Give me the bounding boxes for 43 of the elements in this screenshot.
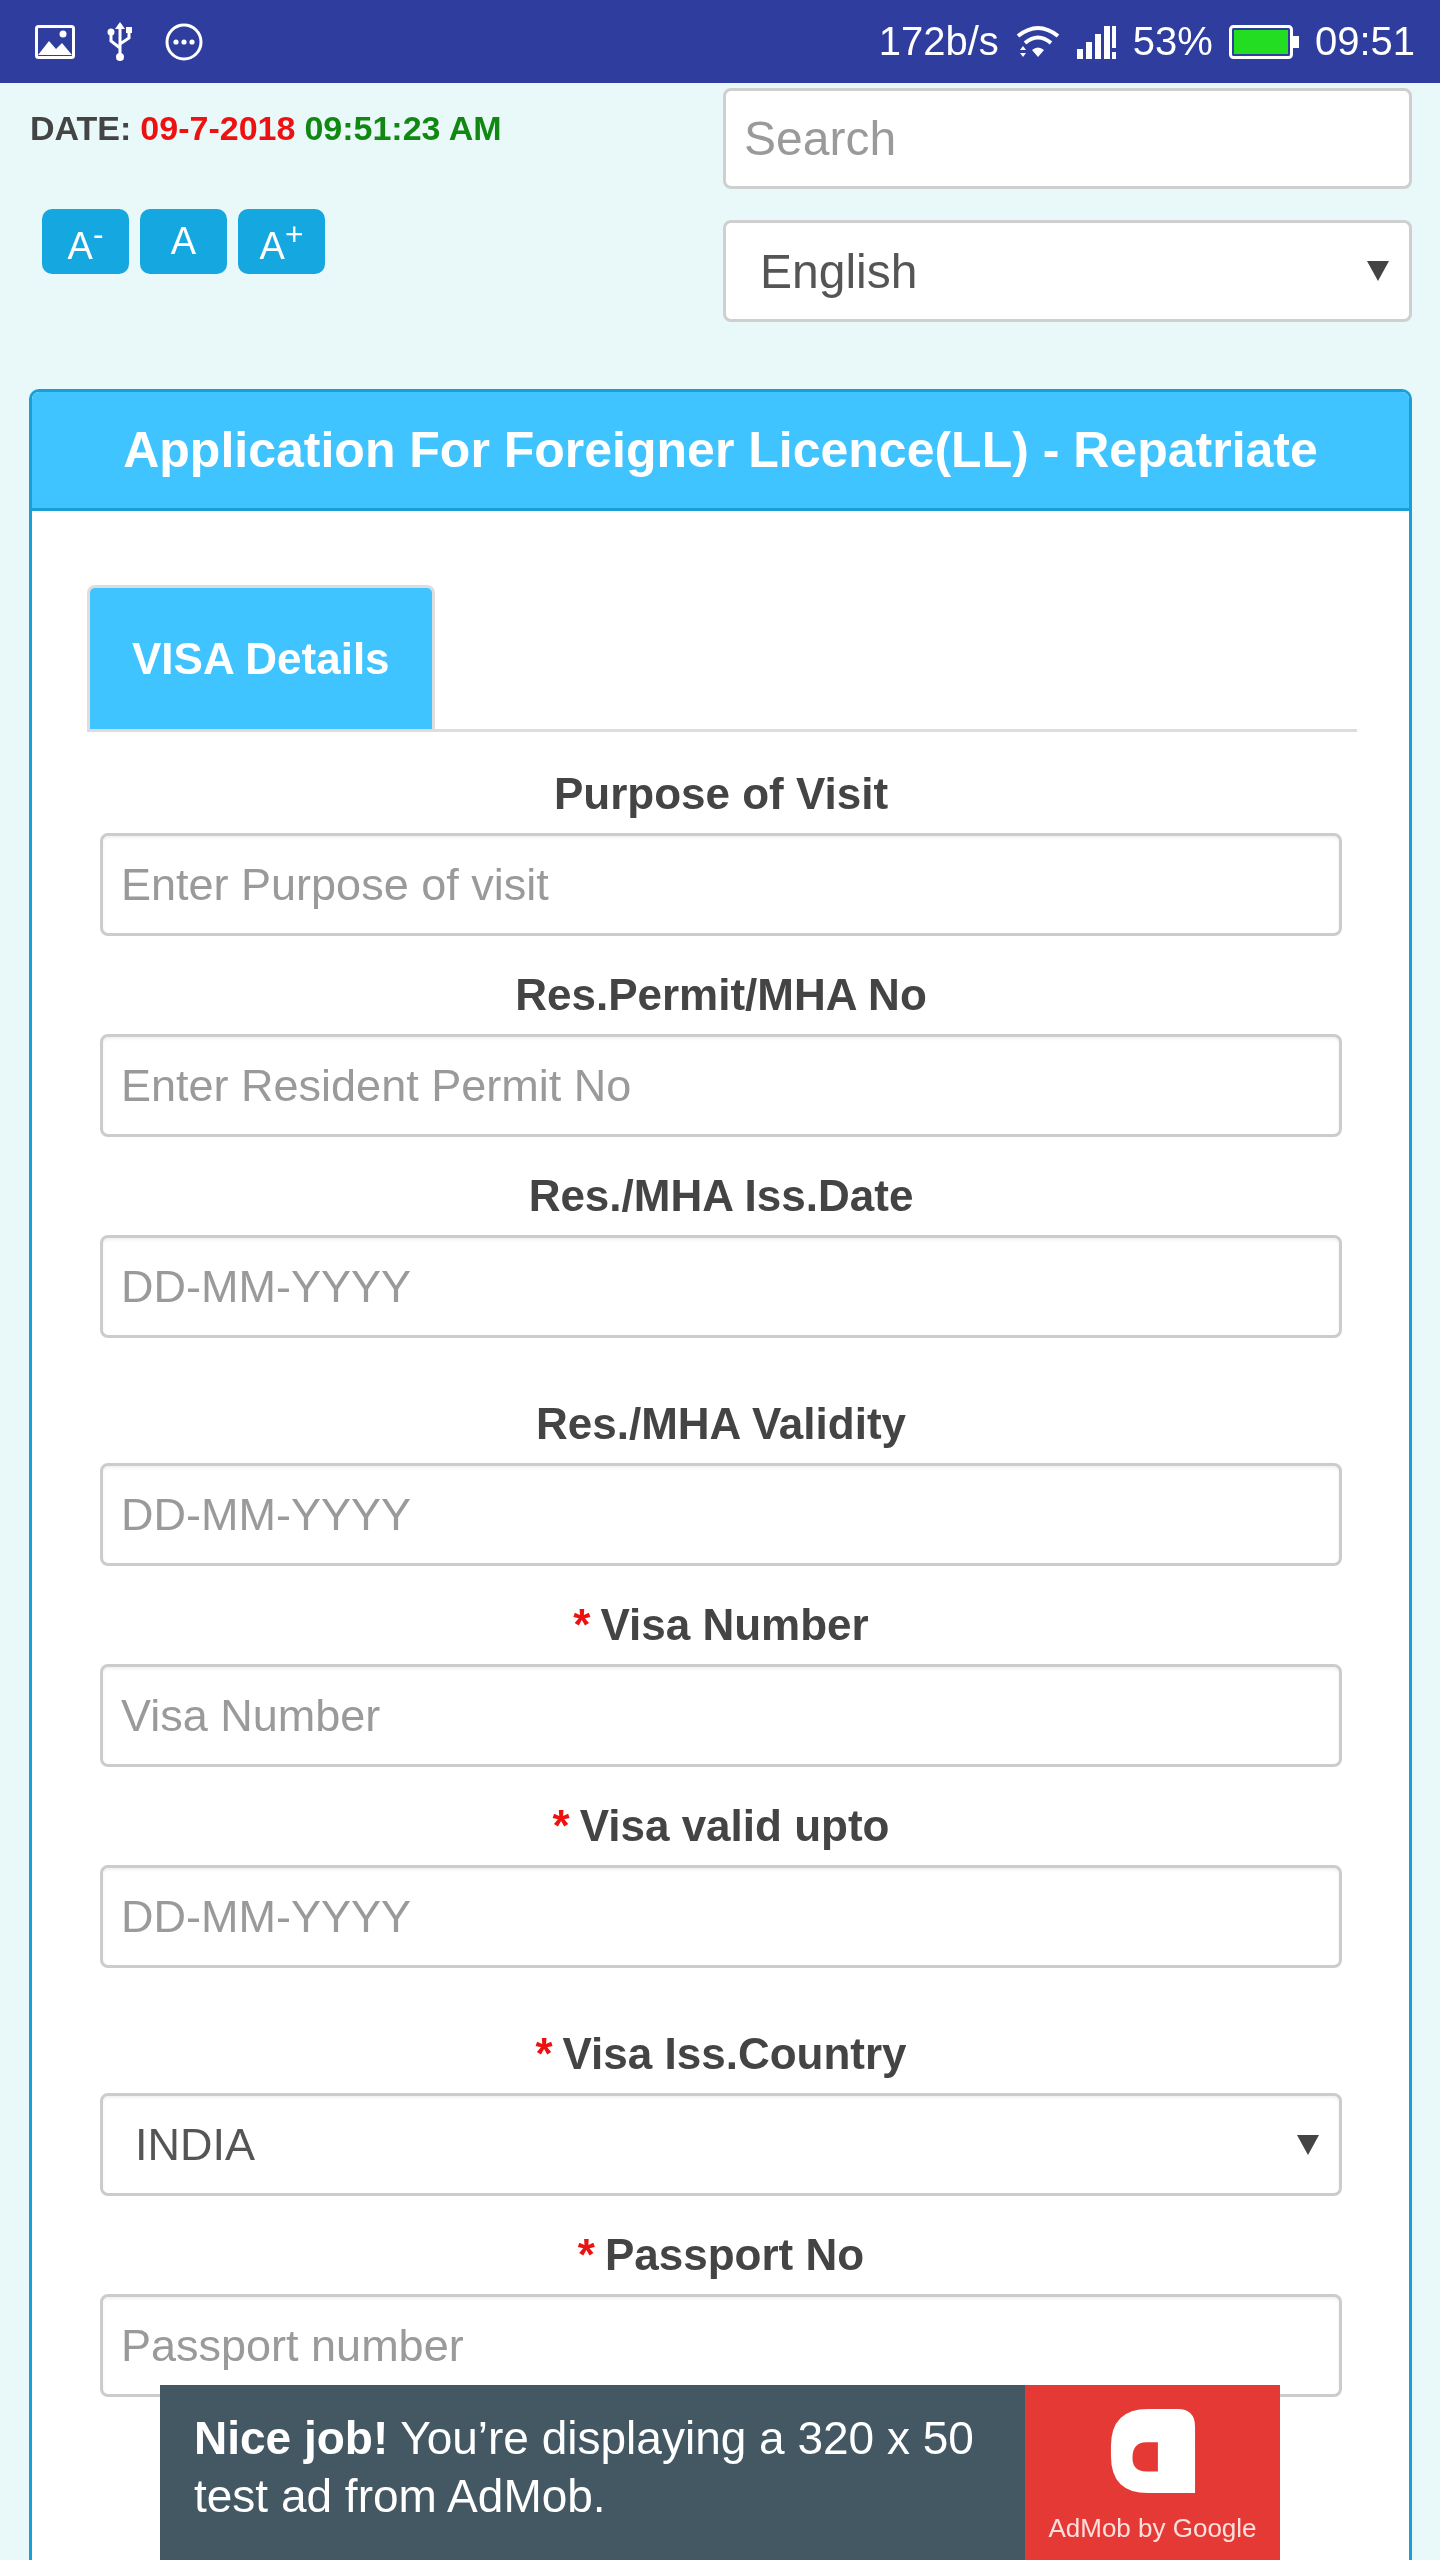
- network-speed: 172b/s: [878, 19, 999, 64]
- clock: 09:51: [1314, 19, 1415, 64]
- search-field[interactable]: Search: [723, 88, 1412, 189]
- ad-brand-text: AdMob by Google: [1048, 2513, 1257, 2544]
- field-label: Visa Number: [600, 1600, 869, 1649]
- language-select[interactable]: English: [723, 220, 1412, 322]
- signal-icon: [1076, 24, 1117, 59]
- tab[interactable]: VISA Details: [87, 585, 435, 729]
- text-field[interactable]: DD-MM-YYYY: [100, 1235, 1342, 1338]
- ad-text: Nice job! You’re displaying a 320 x 50 test ad from AdMob.: [193, 2411, 975, 2524]
- caret-icon: [1297, 2134, 1319, 2155]
- time-value: 09:51:23 AM: [304, 109, 502, 147]
- field-label: Visa Iss.Country: [562, 2029, 907, 2078]
- battery-icon: [1228, 24, 1299, 59]
- required-mark: *: [535, 2029, 553, 2078]
- font-size-button[interactable]: A$^{-}$: [42, 209, 129, 274]
- date-label: DATE:: [30, 109, 132, 147]
- country-select[interactable]: INDIA: [100, 2093, 1342, 2196]
- field-label: Purpose of Visit: [553, 769, 889, 818]
- battery-percent: 53%: [1132, 19, 1213, 64]
- field-label: Res.Permit/MHA No: [515, 970, 927, 1019]
- required-mark: *: [573, 1600, 591, 1649]
- image-icon: [35, 24, 75, 59]
- field-label: Visa valid upto: [579, 1801, 890, 1850]
- field-label: Res./MHA Validity: [536, 1399, 906, 1448]
- text-field[interactable]: Enter Resident Permit No: [100, 1034, 1342, 1137]
- font-size-button[interactable]: A$^{+}$: [238, 209, 325, 274]
- caret-icon: [1367, 261, 1389, 281]
- text-field[interactable]: Visa Number: [100, 1664, 1342, 1767]
- text-field[interactable]: DD-MM-YYYY: [100, 1865, 1342, 1968]
- ad-banner-toast[interactable]: Nice job! You’re displaying a 320 x 50 test ad from AdMob. AdMob by Google: [160, 2385, 1280, 2560]
- required-mark: *: [552, 1801, 570, 1850]
- form-title: Application For Foreigner Licence(LL) - Repatriate: [123, 421, 1318, 479]
- date-value: 09-7-2018: [140, 109, 296, 147]
- usb-icon: [105, 21, 135, 62]
- text-field[interactable]: DD-MM-YYYY: [100, 1463, 1342, 1566]
- field-label: Passport No: [604, 2230, 865, 2279]
- field-label: Res./MHA Iss.Date: [528, 1171, 914, 1220]
- text-field[interactable]: Enter Purpose of visit: [100, 833, 1342, 936]
- more-icon: [165, 22, 203, 61]
- required-mark: *: [577, 2230, 595, 2279]
- logo-icon: [1108, 2407, 1197, 2495]
- font-size-button[interactable]: A: [140, 209, 227, 274]
